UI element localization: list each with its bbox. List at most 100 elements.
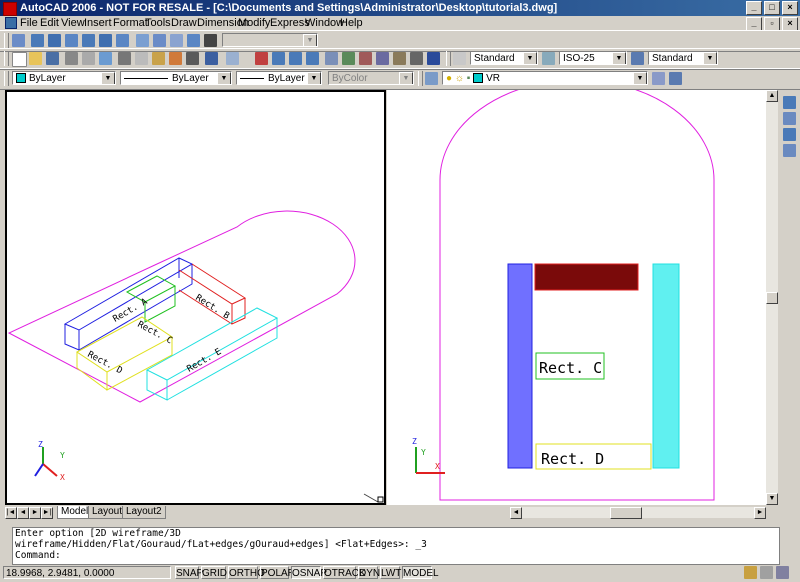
text-style-dropdown[interactable]: Standard ▼ [470, 51, 538, 65]
save-icon[interactable] [46, 52, 59, 65]
open-icon[interactable] [29, 52, 42, 65]
shade-icon[interactable] [153, 34, 166, 47]
view-icon[interactable] [99, 34, 112, 47]
doc-close-button[interactable]: × [782, 17, 798, 31]
view-icon[interactable] [116, 34, 129, 47]
table-style-icon[interactable] [631, 52, 644, 65]
copy-icon[interactable] [135, 52, 148, 65]
table-style-dropdown[interactable]: Standard ▼ [648, 51, 718, 65]
sheet-set-icon[interactable] [376, 52, 389, 65]
viewport-left[interactable]: Rect. A Rect. B Rect. C Rect. D Rect. E … [5, 90, 386, 505]
preview-icon[interactable] [82, 52, 95, 65]
polar-toggle[interactable]: POLAR [260, 566, 295, 579]
view-icon[interactable] [48, 34, 61, 47]
command-prompt[interactable]: Command: [13, 550, 779, 561]
pan-icon[interactable] [255, 52, 268, 65]
layer-dropdown[interactable]: ● ☼ ▪ VR ▼ [442, 71, 648, 85]
qnew-icon[interactable] [12, 34, 25, 47]
communication-center-icon[interactable] [744, 566, 757, 579]
vertical-scrollbar[interactable]: ▲ ▼ [766, 90, 778, 505]
undo-icon[interactable] [205, 52, 218, 65]
menu-format[interactable]: Format [113, 17, 148, 29]
view-dropdown[interactable]: ▼ [222, 33, 318, 47]
match-properties-icon[interactable] [169, 52, 182, 65]
viewport-icon[interactable] [783, 144, 796, 157]
dimension-style-icon[interactable] [542, 52, 555, 65]
close-button[interactable]: × [782, 1, 798, 15]
lock-toolbar-icon[interactable] [760, 566, 773, 579]
tab-last-button[interactable]: ►| [41, 507, 53, 519]
toolbar-grip[interactable] [418, 71, 423, 86]
menu-insert[interactable]: Insert [84, 17, 112, 29]
scroll-thumb[interactable] [766, 292, 778, 304]
linetype-dropdown[interactable]: ByLayer ▼ [120, 71, 232, 85]
print-icon[interactable] [65, 52, 78, 65]
viewport-icon[interactable] [783, 128, 796, 141]
tool-palettes-icon[interactable] [359, 52, 372, 65]
lwt-toggle[interactable]: LWT [380, 566, 401, 579]
autocad-app-icon[interactable] [3, 2, 17, 16]
block-editor-icon[interactable] [186, 52, 199, 65]
shade-icon[interactable] [136, 34, 149, 47]
toolbar-grip[interactable] [4, 71, 9, 86]
document-icon[interactable] [5, 17, 17, 29]
scroll-left-button[interactable]: ◄ [510, 507, 522, 519]
view-icon[interactable] [31, 34, 44, 47]
model-toggle[interactable]: MODEL [402, 566, 439, 579]
tab-next-button[interactable]: ► [29, 507, 41, 519]
tab-prev-button[interactable]: ◄ [17, 507, 29, 519]
view-icon[interactable] [65, 34, 78, 47]
viewport-icon[interactable] [783, 112, 796, 125]
horizontal-scrollbar[interactable]: ◄ ► [510, 507, 766, 519]
design-center-icon[interactable] [342, 52, 355, 65]
maximize-button[interactable]: □ [764, 1, 780, 15]
osnap-toggle[interactable]: OSNAP [291, 566, 327, 579]
text-style-icon[interactable] [453, 52, 466, 65]
help-icon[interactable] [427, 52, 440, 65]
doc-minimize-button[interactable]: _ [746, 17, 762, 31]
publish-icon[interactable] [99, 52, 112, 65]
grid-toggle[interactable]: GRID [201, 566, 227, 579]
layer-previous-icon[interactable] [669, 72, 682, 85]
toolbar-grip[interactable] [446, 51, 451, 66]
menu-edit[interactable]: Edit [40, 17, 59, 29]
menu-tools[interactable]: Tools [145, 17, 171, 29]
color-dropdown[interactable]: ByLayer ▼ [12, 71, 116, 85]
camera-icon[interactable] [204, 34, 217, 47]
properties-icon[interactable] [325, 52, 338, 65]
zoom-window-icon[interactable] [289, 52, 302, 65]
toolbar-grip[interactable] [4, 51, 9, 66]
cut-icon[interactable] [118, 52, 131, 65]
clean-screen-icon[interactable] [776, 566, 789, 579]
shade-icon[interactable] [170, 34, 183, 47]
paste-icon[interactable] [152, 52, 165, 65]
menu-draw[interactable]: Draw [171, 17, 197, 29]
viewport-right[interactable]: Rect. C Rect. D Z Y X [387, 79, 766, 505]
menu-help[interactable]: Help [340, 17, 363, 29]
zoom-previous-icon[interactable] [306, 52, 319, 65]
tab-layout2[interactable]: Layout2 [122, 506, 166, 519]
shade-icon[interactable] [187, 34, 200, 47]
menu-window[interactable]: Window [305, 17, 344, 29]
menu-file[interactable]: File [20, 17, 38, 29]
new-icon[interactable] [12, 52, 27, 67]
menu-express[interactable]: Express [270, 17, 310, 29]
scroll-right-button[interactable]: ► [754, 507, 766, 519]
dyn-toggle[interactable]: DYN [358, 566, 380, 579]
dimension-style-dropdown[interactable]: ISO-25 ▼ [559, 51, 627, 65]
doc-restore-button[interactable]: ▫ [764, 17, 780, 31]
otrack-toggle[interactable]: OTRACK [323, 566, 366, 579]
minimize-button[interactable]: _ [746, 1, 762, 15]
scroll-down-button[interactable]: ▼ [766, 493, 778, 505]
toolbar-grip[interactable] [4, 33, 9, 48]
calculator-icon[interactable] [410, 52, 423, 65]
menu-modify[interactable]: Modify [238, 17, 270, 29]
tab-first-button[interactable]: |◄ [5, 507, 17, 519]
view-icon[interactable] [82, 34, 95, 47]
coordinate-display[interactable]: 18.9968, 2.9481, 0.0000 [3, 566, 171, 579]
command-window[interactable]: Enter option [2D wireframe/3D wireframe/… [12, 527, 780, 565]
ortho-toggle[interactable]: ORTHO [228, 566, 265, 579]
viewport-icon[interactable] [783, 96, 796, 109]
redo-icon[interactable] [226, 52, 239, 65]
scroll-up-button[interactable]: ▲ [766, 90, 778, 102]
